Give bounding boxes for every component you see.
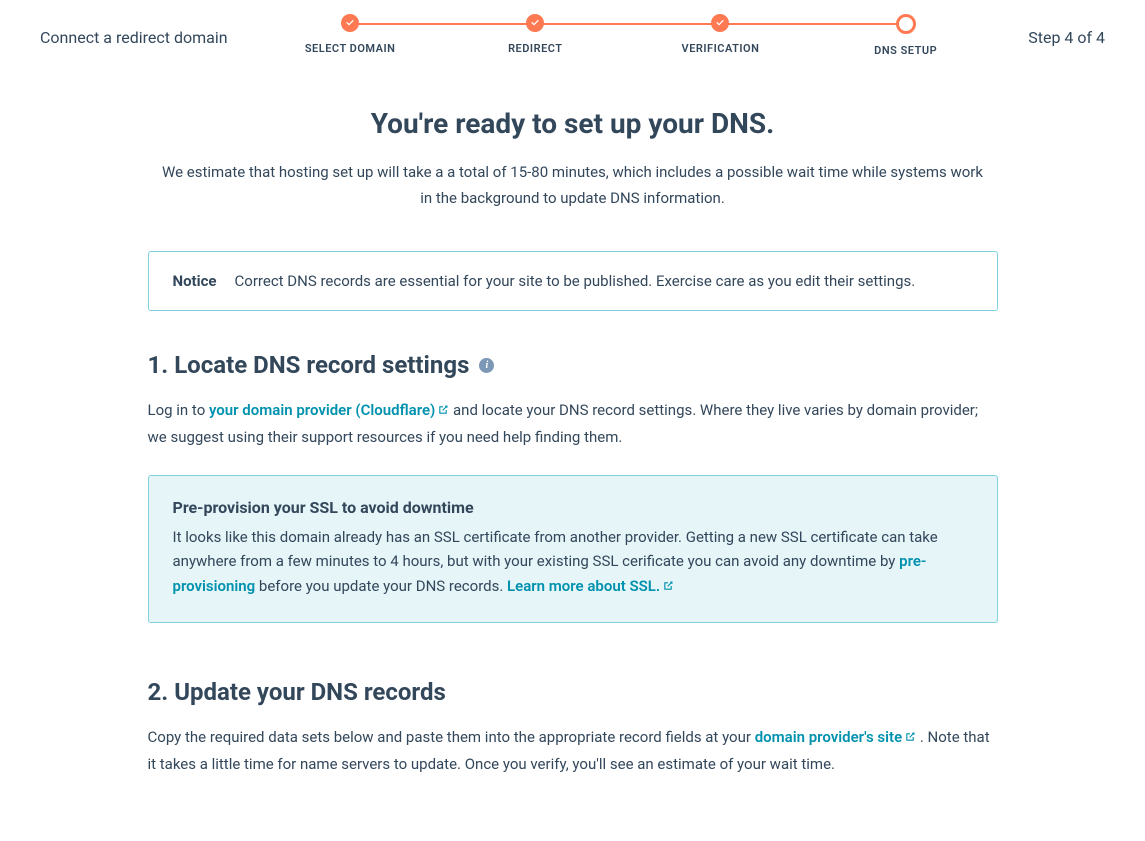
step-select-domain: SELECT DOMAIN [258,14,443,55]
step-redirect: REDIRECT [443,14,628,55]
step-label: REDIRECT [508,42,563,55]
external-link-icon [437,398,449,424]
step-counter: Step 4 of 4 [1028,14,1105,47]
info-icon[interactable]: i [479,358,494,373]
section-2-text: Copy the required data sets below and pa… [148,724,998,778]
ssl-info-box: Pre-provision your SSL to avoid downtime… [148,475,998,623]
main-content: You're ready to set up your DNS. We esti… [148,107,998,841]
page-title: You're ready to set up your DNS. [148,107,998,140]
ssl-box-text: It looks like this domain already has an… [173,525,973,600]
ssl-box-title: Pre-provision your SSL to avoid downtime [173,498,973,517]
domain-provider-link[interactable]: your domain provider (Cloudflare) [209,401,449,419]
progress-stepper: SELECT DOMAIN REDIRECT VERIFICATION DNS … [258,14,999,57]
header-title: Connect a redirect domain [40,14,228,47]
check-icon [526,14,544,32]
section-1-text: Log in to your domain provider (Cloudfla… [148,397,998,451]
page-subtitle: We estimate that hosting set up will tak… [158,160,988,211]
notice-text: Correct DNS records are essential for yo… [235,272,916,290]
section-1-heading: 1. Locate DNS record settings i [148,351,998,379]
page-header: Connect a redirect domain SELECT DOMAIN … [0,0,1145,57]
active-step-icon [896,14,916,34]
step-label: DNS SETUP [874,44,937,57]
section-1-title: 1. Locate DNS record settings [148,351,470,379]
step-label: SELECT DOMAIN [305,42,396,55]
external-link-icon [662,575,674,600]
external-link-icon [904,725,916,751]
section-2-title: 2. Update your DNS records [148,678,446,706]
learn-ssl-link[interactable]: Learn more about SSL. [507,577,674,595]
notice-box: Notice Correct DNS records are essential… [148,251,998,311]
step-label: VERIFICATION [682,42,760,55]
section-2-heading: 2. Update your DNS records [148,678,998,706]
check-icon [711,14,729,32]
check-icon [341,14,359,32]
step-verification: VERIFICATION [628,14,813,55]
domain-provider-site-link[interactable]: domain provider's site [755,728,916,746]
notice-label: Notice [173,272,217,290]
step-dns-setup: DNS SETUP [813,14,998,57]
